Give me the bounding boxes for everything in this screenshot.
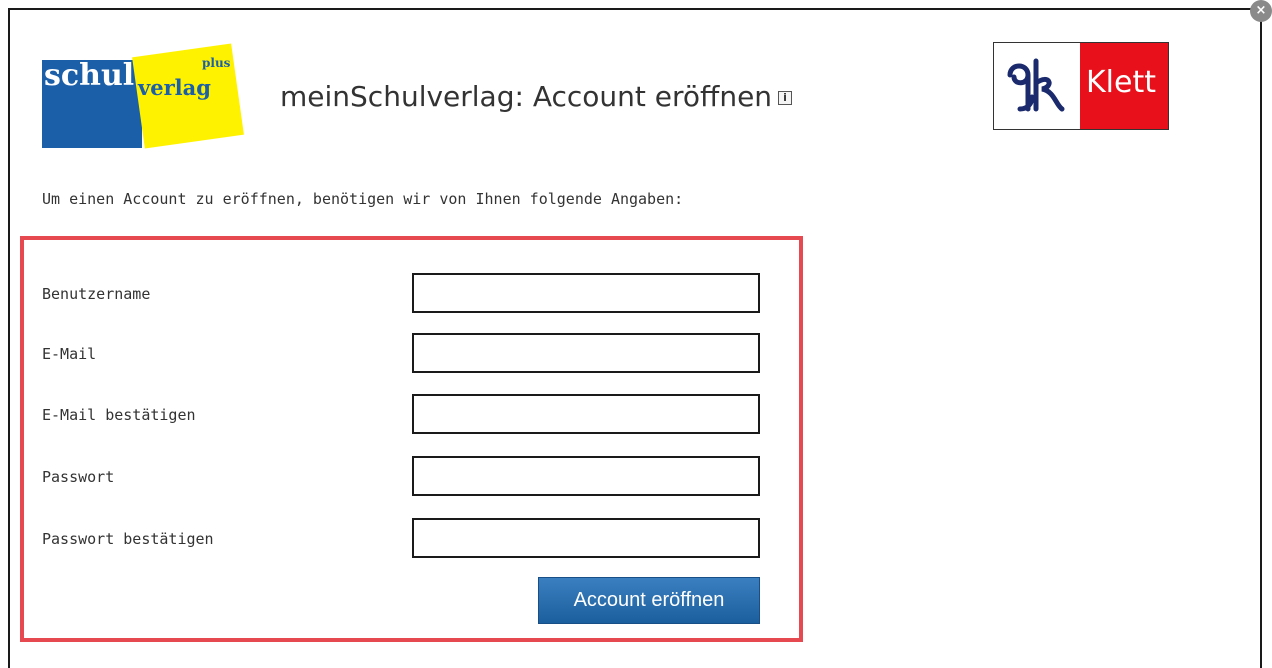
form-row-password: Passwort xyxy=(42,456,762,498)
password-input[interactable] xyxy=(412,456,760,496)
form-row-email: E-Mail xyxy=(42,333,762,375)
close-icon[interactable]: × xyxy=(1250,0,1272,22)
form-row-email-confirm: E-Mail bestätigen xyxy=(42,394,762,436)
logo-text-schul: schul xyxy=(44,58,135,93)
klett-logo: Klett xyxy=(993,42,1169,130)
username-input[interactable] xyxy=(412,273,760,313)
intro-text: Um einen Account zu eröffnen, benötigen … xyxy=(42,190,684,208)
email-label: E-Mail xyxy=(42,345,97,363)
email-input[interactable] xyxy=(412,333,760,373)
page-title: meinSchulverlag: Account eröffnen i xyxy=(280,80,793,113)
info-icon[interactable]: i xyxy=(778,91,793,105)
password-confirm-input[interactable] xyxy=(412,518,760,558)
klett-emblem-icon xyxy=(1007,58,1065,112)
klett-logo-text: Klett xyxy=(1086,65,1156,100)
email-confirm-input[interactable] xyxy=(412,394,760,434)
page-title-text: meinSchulverlag: Account eröffnen xyxy=(280,80,773,113)
logo-text-verlag: verlag xyxy=(138,75,211,100)
form-row-password-confirm: Passwort bestätigen xyxy=(42,518,762,560)
email-confirm-label: E-Mail bestätigen xyxy=(42,406,196,424)
password-label: Passwort xyxy=(42,468,115,486)
logo-text-plus: plus xyxy=(202,56,231,70)
form-row-username: Benutzername xyxy=(42,273,762,315)
create-account-button[interactable]: Account eröffnen xyxy=(538,577,760,624)
schulverlag-logo: schul verlag plus xyxy=(42,42,244,157)
username-label: Benutzername xyxy=(42,285,151,303)
password-confirm-label: Passwort bestätigen xyxy=(42,530,214,548)
